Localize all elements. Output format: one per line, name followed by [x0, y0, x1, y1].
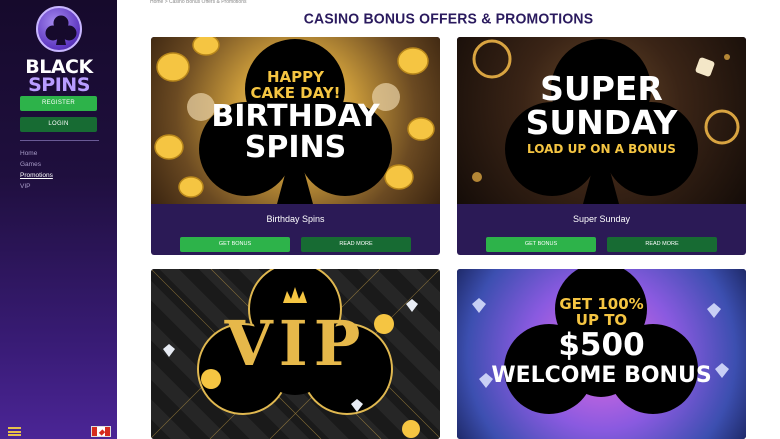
nav-item-home[interactable]: Home	[20, 148, 53, 159]
club-logo-icon	[36, 6, 82, 52]
promo-line-4: WELCOME BONUS	[491, 363, 712, 388]
sidebar: BLACK SPINS REGISTER LOGIN Home Games Pr…	[0, 0, 117, 439]
promo-line-2: SUNDAY	[525, 103, 678, 142]
black-spins-logo[interactable]: BLACK SPINS	[20, 6, 98, 96]
promo-card-title: Super Sunday	[572, 214, 631, 224]
vip-banner[interactable]: VIP	[151, 269, 440, 439]
register-button[interactable]: REGISTER	[20, 96, 97, 111]
promo-card-birthday-spins: HAPPY CAKE DAY! BIRTHDAY SPINS Birthday …	[151, 37, 440, 255]
promo-line-4: SPINS	[244, 130, 347, 165]
logo-text-spins: SPINS	[28, 74, 90, 96]
read-more-button[interactable]: READ MORE	[607, 237, 717, 252]
promo-card-title: Birthday Spins	[266, 214, 325, 224]
read-more-button[interactable]: READ MORE	[301, 237, 411, 252]
promo-line-3: $500	[558, 327, 645, 363]
promo-line-1: GET 100%	[559, 295, 644, 313]
page-title: CASINO BONUS OFFERS & PROMOTIONS	[303, 9, 594, 27]
promo-line-2: UP TO	[575, 311, 628, 329]
nav-item-promotions[interactable]: Promotions	[20, 170, 53, 181]
promo-card-welcome-bonus: GET 100% UP TO $500 WELCOME BONUS	[457, 269, 746, 439]
get-bonus-button[interactable]: GET BONUS	[486, 237, 596, 252]
promo-card-vip: VIP	[151, 269, 440, 439]
welcome-bonus-banner[interactable]: GET 100% UP TO $500 WELCOME BONUS	[457, 269, 746, 439]
sidebar-divider	[20, 140, 99, 141]
nav-item-vip[interactable]: VIP	[20, 181, 53, 192]
sidebar-nav: Home Games Promotions VIP	[20, 148, 53, 192]
super-sunday-banner[interactable]: SUPER SUNDAY LOAD UP ON A BONUS	[457, 37, 746, 204]
canada-flag-icon[interactable]	[91, 426, 111, 437]
promo-line-1: HAPPY	[266, 68, 324, 86]
promo-line-3: LOAD UP ON A BONUS	[527, 142, 676, 156]
promo-line-1: SUPER	[540, 69, 663, 108]
hamburger-menu-icon[interactable]	[8, 427, 21, 436]
vip-title: VIP	[224, 307, 367, 380]
nav-item-games[interactable]: Games	[20, 159, 53, 170]
get-bonus-button[interactable]: GET BONUS	[180, 237, 290, 252]
login-button[interactable]: LOGIN	[20, 117, 97, 132]
birthday-spins-banner[interactable]: HAPPY CAKE DAY! BIRTHDAY SPINS	[151, 37, 440, 204]
breadcrumb: Home > Casino Bonus Offers & Promotions	[150, 0, 247, 5]
promo-card-super-sunday: SUPER SUNDAY LOAD UP ON A BONUS Super Su…	[457, 37, 746, 255]
promo-line-3: BIRTHDAY	[211, 99, 380, 134]
